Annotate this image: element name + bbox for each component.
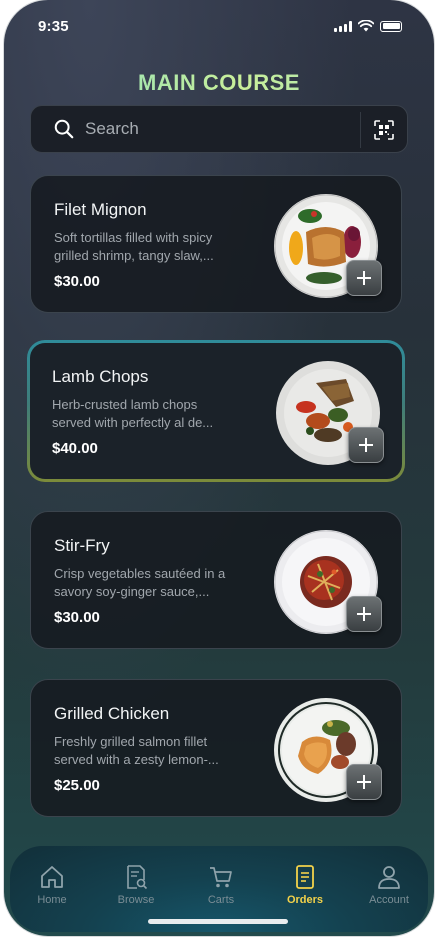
home-icon [41,866,63,888]
status-time: 9:35 [38,18,69,35]
status-icons [334,20,402,32]
orders-icon [296,865,314,889]
add-to-cart-button[interactable] [346,596,382,632]
nav-label: Browse [117,894,155,906]
plus-icon [357,271,371,285]
item-price: $30.00 [54,609,100,626]
home-indicator[interactable] [148,919,288,924]
item-price: $25.00 [54,777,100,794]
nav-item-browse[interactable]: Browse [100,864,172,906]
add-to-cart-button[interactable] [346,764,382,800]
cart-icon [210,867,232,888]
item-description: Soft tortillas filled with spicy grilled… [54,230,214,263]
add-to-cart-button[interactable] [346,260,382,296]
search-bar[interactable] [30,105,408,153]
item-name: Lamb Chops [52,367,149,386]
phone-screen: 9:35 MAIN COURSE Search Filet Mignon Sof… [4,0,434,936]
battery-icon [380,20,402,32]
menu-item-card[interactable]: Stir-Fry Crisp vegetables sautéed in a s… [30,511,402,649]
nav-item-orders[interactable]: Orders [269,864,341,906]
menu-item-card[interactable]: Grilled Chicken Freshly grilled salmon f… [30,679,402,817]
qr-scan-icon[interactable] [374,120,394,140]
search-input[interactable] [85,119,345,139]
search-divider [360,112,361,148]
item-description: Crisp vegetables sautéed in a savory soy… [54,566,226,599]
item-price: $40.00 [52,440,98,457]
item-name: Filet Mignon [54,200,147,219]
item-name: Grilled Chicken [54,704,170,723]
page-title: MAIN COURSE [4,70,434,96]
menu-item-card-selected[interactable]: Lamb Chops Herb-crusted lamb chops serve… [27,340,405,482]
account-icon [378,866,400,889]
add-to-cart-button[interactable] [348,427,384,463]
status-bar: 9:35 [4,0,434,52]
cellular-signal-icon [334,20,352,32]
nav-label: Carts [207,894,235,906]
item-description: Freshly grilled salmon fillet served wit… [54,734,219,767]
nav-label: Account [369,894,409,906]
browse-icon [127,865,148,890]
nav-label: Home [37,894,67,906]
item-price: $30.00 [54,273,100,290]
item-name: Stir-Fry [54,536,110,555]
nav-item-carts[interactable]: Carts [185,864,257,906]
nav-label: Orders [286,894,324,906]
wifi-icon [358,20,374,32]
plus-icon [357,607,371,621]
item-description: Herb-crusted lamb chops served with perf… [52,397,214,430]
nav-item-account[interactable]: Account [353,864,425,906]
search-icon [54,119,74,139]
menu-item-card[interactable]: Filet Mignon Soft tortillas filled with … [30,175,402,313]
nav-item-home[interactable]: Home [16,864,88,906]
plus-icon [357,775,371,789]
plus-icon [359,438,373,452]
